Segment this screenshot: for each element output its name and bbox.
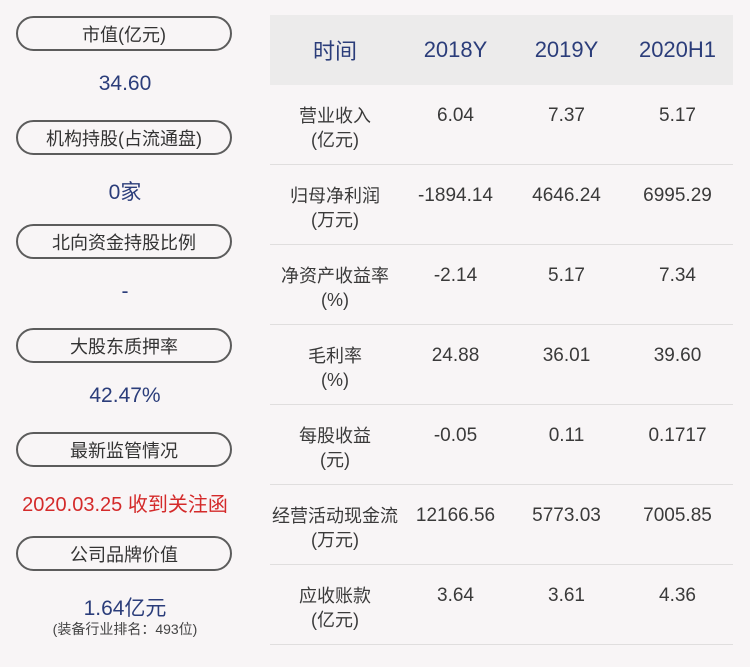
cell-2018: -0.05 — [433, 425, 478, 446]
table-row: 归母净利润 (万元) -1894.14 4646.24 6995.29 — [270, 165, 733, 245]
northbound-holding-label: 北向资金持股比例 — [16, 224, 232, 259]
row-label-unit: (亿元) — [311, 610, 359, 630]
row-label: 营业收入 (亿元) — [270, 85, 400, 164]
table-row: 经营活动现金流 (万元) 12166.56 5773.03 7005.85 — [270, 485, 733, 565]
cell-2019: 36.01 — [542, 345, 591, 366]
cell-2019: 4646.24 — [532, 185, 601, 206]
table-row: 营业收入 (亿元) 6.04 7.37 5.17 — [270, 85, 733, 165]
row-label-line1: 归母净利润 — [290, 186, 380, 206]
pledge-ratio-value: 42.47% — [89, 384, 161, 407]
brand-rank-note: (装备行业排名：493位) — [52, 621, 198, 637]
cell-2018: 6.04 — [437, 105, 474, 126]
cell-2019: 0.11 — [548, 425, 585, 446]
cell-2020h1: 39.60 — [653, 345, 702, 366]
row-label-unit: (万元) — [311, 210, 359, 230]
cell-2018: 24.88 — [431, 345, 480, 366]
row-label-line1: 应收账款 — [299, 586, 371, 606]
cell-2018: 3.64 — [437, 585, 474, 606]
table-header: 时间 2018Y 2019Y 2020H1 — [270, 15, 733, 85]
row-label-unit: (元) — [320, 450, 350, 470]
cell-2018: -1894.14 — [417, 185, 493, 206]
table-row: 净资产收益率 (%) -2.14 5.17 7.34 — [270, 245, 733, 325]
row-label-unit: (万元) — [311, 530, 359, 550]
pledge-ratio-label: 大股东质押率 — [16, 328, 232, 363]
cell-2020h1: 4.36 — [659, 585, 696, 606]
row-label-unit: (%) — [321, 370, 349, 390]
cell-2019: 5.17 — [548, 265, 585, 286]
header-2020h1: 2020H1 — [638, 37, 717, 62]
table-row: 应收账款 (亿元) 3.64 3.61 4.36 — [270, 565, 733, 645]
cell-2020h1: 7005.85 — [643, 505, 712, 526]
cell-2018: -2.14 — [433, 265, 478, 286]
northbound-holding-value: - — [121, 280, 129, 303]
market-cap-label: 市值(亿元) — [16, 16, 232, 51]
row-label-line1: 毛利率 — [308, 346, 362, 366]
header-2019: 2019Y — [534, 37, 599, 62]
row-label: 毛利率 (%) — [270, 325, 400, 404]
cell-2020h1: 6995.29 — [643, 185, 712, 206]
institutional-holding-label: 机构持股(占流通盘) — [16, 120, 232, 155]
table-row: 毛利率 (%) 24.88 36.01 39.60 — [270, 325, 733, 405]
financial-table: 时间 2018Y 2019Y 2020H1 营业收入 (亿元) 6.04 7.37… — [270, 15, 733, 645]
brand-value-label: 公司品牌价值 — [16, 536, 232, 571]
row-label-unit: (%) — [321, 290, 349, 310]
institutional-holding-value: 0家 — [108, 181, 142, 204]
row-label-line1: 净资产收益率 — [281, 266, 389, 286]
market-cap-value: 34.60 — [98, 72, 152, 95]
row-label: 应收账款 (亿元) — [270, 565, 400, 644]
regulatory-status-value: 2020.03.25 收到关注函 — [22, 494, 228, 516]
brand-value-value: 1.64亿元 — [83, 597, 167, 620]
row-label-unit: (亿元) — [311, 130, 359, 150]
row-label-line1: 每股收益 — [299, 426, 371, 446]
cell-2019: 3.61 — [548, 585, 585, 606]
row-label-line1: 经营活动现金流 — [272, 506, 398, 526]
row-label-line1: 营业收入 — [299, 106, 371, 126]
cell-2019: 5773.03 — [532, 505, 601, 526]
header-2018: 2018Y — [423, 37, 488, 62]
row-label: 归母净利润 (万元) — [270, 165, 400, 244]
row-label: 经营活动现金流 (万元) — [270, 485, 400, 564]
header-time: 时间 — [312, 39, 357, 64]
row-label: 每股收益 (元) — [270, 405, 400, 484]
regulatory-status-label: 最新监管情况 — [16, 432, 232, 467]
row-label: 净资产收益率 (%) — [270, 245, 400, 324]
cell-2020h1: 0.1717 — [648, 425, 707, 446]
cell-2020h1: 5.17 — [659, 105, 696, 126]
summary-panel: 市值(亿元) 34.60 机构持股(占流通盘) 0家 北向资金持股比例 - 大股… — [0, 0, 250, 667]
cell-2020h1: 7.34 — [659, 265, 696, 286]
cell-2019: 7.37 — [548, 105, 585, 126]
table-row: 每股收益 (元) -0.05 0.11 0.1717 — [270, 405, 733, 485]
cell-2018: 12166.56 — [415, 505, 496, 526]
